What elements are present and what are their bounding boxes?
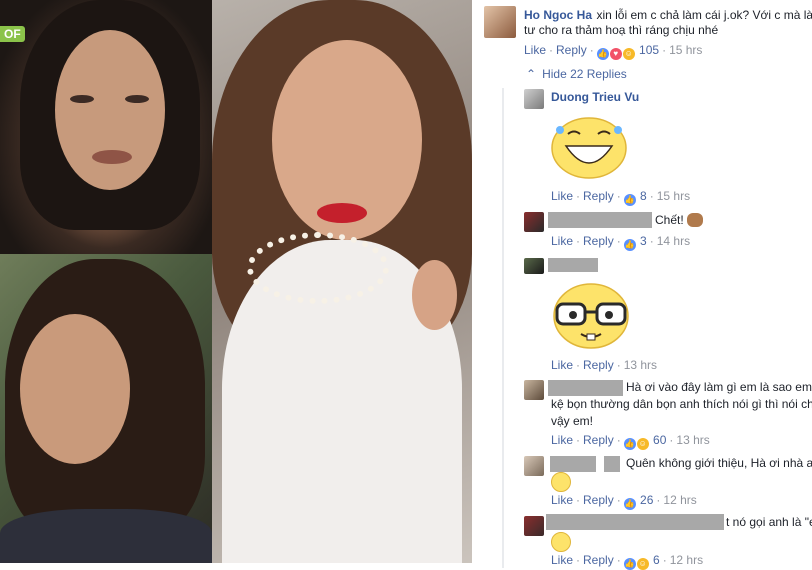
reply-text: Chết! bbox=[655, 212, 704, 228]
like-link[interactable]: Like bbox=[551, 553, 573, 567]
lips-shape bbox=[317, 203, 367, 223]
reply-text: Quên không giới thiệu, Hà ơi nhà a bbox=[626, 456, 812, 470]
face-shape bbox=[55, 30, 165, 190]
reply-actions: Like · Reply · 👍 ☺ 6 · 12 hrs bbox=[551, 553, 704, 570]
hide-replies-label: Hide 22 Replies bbox=[542, 67, 627, 81]
reply-actions: Like · Reply · 👍 ☺ 60 · 13 hrs bbox=[551, 433, 710, 450]
like-link[interactable]: Like bbox=[551, 433, 573, 447]
reply-author[interactable]: Duong Trieu Vu bbox=[551, 90, 639, 104]
reply-text-line1: Hà ơi vào đây làm gì em là sao em bbox=[626, 380, 812, 394]
hide-replies-button[interactable]: ⌃ Hide 22 Replies bbox=[526, 67, 627, 81]
reply-time[interactable]: 12 hrs bbox=[663, 493, 696, 507]
reply-actions: Like · Reply · 👍 26 · 12 hrs bbox=[551, 493, 697, 510]
comment-text-line2: tư cho ra thảm hoạ thì ráng chịu nhé bbox=[524, 23, 719, 37]
reply-link[interactable]: Reply bbox=[583, 358, 614, 372]
comment-author[interactable]: Ho Ngoc Ha bbox=[524, 8, 592, 22]
photo-portrait-right bbox=[212, 0, 472, 563]
haha-reaction-icon: ☺ bbox=[636, 558, 649, 570]
redacted-name bbox=[548, 212, 652, 228]
reaction-count[interactable]: 6 bbox=[653, 553, 660, 567]
reply-thread-rail bbox=[502, 88, 504, 568]
redacted-name bbox=[604, 456, 620, 472]
pearl-necklace-shape bbox=[247, 232, 389, 304]
reaction-count[interactable]: 8 bbox=[640, 189, 647, 203]
comment-panel bbox=[472, 0, 812, 563]
reply-actions: Like · Reply · 13 hrs bbox=[551, 358, 658, 372]
haha-reaction-icon: ☺ bbox=[622, 48, 635, 60]
avatar[interactable] bbox=[524, 516, 544, 536]
avatar[interactable] bbox=[524, 212, 544, 232]
nerd-emoji-sticker bbox=[553, 283, 629, 349]
reply-actions: Like · Reply · 👍 3 · 14 hrs bbox=[551, 234, 691, 251]
reply-time[interactable]: 15 hrs bbox=[657, 189, 690, 203]
like-reaction-icon: 👍 bbox=[623, 194, 636, 206]
reaction-count[interactable]: 26 bbox=[640, 493, 653, 507]
reply-link[interactable]: Reply bbox=[556, 43, 587, 57]
photo-portrait-top-left: OF bbox=[0, 0, 212, 254]
laughing-emoji-sticker bbox=[551, 117, 627, 179]
like-link[interactable]: Like bbox=[551, 493, 573, 507]
eye-shape bbox=[70, 95, 94, 103]
channel-logo: OF bbox=[0, 26, 25, 42]
photo-portrait-bottom-left bbox=[0, 254, 212, 563]
avatar[interactable] bbox=[524, 456, 544, 476]
haha-reaction-icon: ☺ bbox=[636, 438, 649, 450]
comment-text: xin lỗi em c chả làm cái j.ok? Với c mà … bbox=[596, 8, 812, 22]
redacted-name bbox=[546, 514, 724, 530]
reply-time[interactable]: 14 hrs bbox=[657, 234, 690, 248]
shirt-shape bbox=[0, 509, 212, 563]
photo-collage: OF bbox=[0, 0, 472, 563]
reply-time[interactable]: 13 hrs bbox=[624, 358, 657, 372]
avatar[interactable] bbox=[524, 380, 544, 400]
reply-link[interactable]: Reply bbox=[583, 553, 614, 567]
like-link[interactable]: Like bbox=[551, 234, 573, 248]
comment-actions: Like · Reply · 👍 ♥ ☺ 105 · 15 hrs bbox=[524, 43, 703, 60]
reply-time[interactable]: 13 hrs bbox=[676, 433, 709, 447]
like-link[interactable]: Like bbox=[551, 189, 573, 203]
smile-emoji-icon bbox=[551, 472, 571, 492]
reply-text: t nó gọi anh là "e bbox=[726, 515, 812, 529]
reply-link[interactable]: Reply bbox=[583, 234, 614, 248]
reaction-count[interactable]: 105 bbox=[639, 43, 659, 57]
like-reaction-icon: 👍 bbox=[596, 48, 609, 60]
reply-link[interactable]: Reply bbox=[583, 433, 614, 447]
reply-link[interactable]: Reply bbox=[583, 493, 614, 507]
lips-shape bbox=[92, 150, 132, 164]
like-link[interactable]: Like bbox=[524, 43, 546, 57]
chevron-up-icon: ⌃ bbox=[526, 67, 537, 81]
like-reaction-icon: 👍 bbox=[623, 438, 636, 450]
avatar[interactable] bbox=[484, 6, 516, 38]
avatar[interactable] bbox=[524, 89, 544, 109]
see-no-evil-monkey-icon bbox=[687, 213, 704, 227]
like-reaction-icon: 👍 bbox=[623, 558, 636, 570]
comment-time[interactable]: 15 hrs bbox=[669, 43, 702, 57]
avatar[interactable] bbox=[524, 258, 544, 274]
like-link[interactable]: Like bbox=[551, 358, 573, 372]
face-shape bbox=[20, 314, 130, 464]
like-reaction-icon: 👍 bbox=[623, 239, 636, 251]
like-reaction-icon: 👍 bbox=[623, 498, 636, 510]
reply-link[interactable]: Reply bbox=[583, 189, 614, 203]
redacted-name bbox=[550, 456, 596, 472]
reply-text-line2: kệ bọn thường dân bọn anh thích nói gì t… bbox=[551, 397, 812, 411]
reply-text-content: Chết! bbox=[655, 213, 684, 227]
grin-emoji-icon bbox=[551, 532, 571, 552]
redacted-name bbox=[548, 258, 598, 272]
hand-shape bbox=[412, 260, 457, 330]
reply-actions: Like · Reply · 👍 8 · 15 hrs bbox=[551, 189, 691, 206]
reply-text-line3: vậy em! bbox=[551, 414, 594, 428]
eye-shape bbox=[125, 95, 149, 103]
reply-time[interactable]: 12 hrs bbox=[670, 553, 703, 567]
love-reaction-icon: ♥ bbox=[609, 48, 622, 60]
redacted-name bbox=[548, 380, 623, 396]
reaction-count[interactable]: 3 bbox=[640, 234, 647, 248]
reaction-count[interactable]: 60 bbox=[653, 433, 666, 447]
